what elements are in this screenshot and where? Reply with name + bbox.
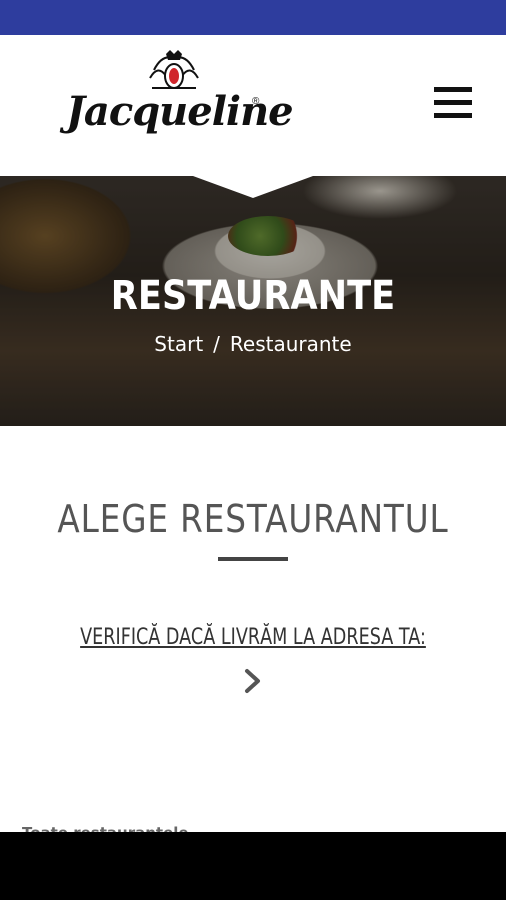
hamburger-icon-line xyxy=(434,100,472,105)
status-bar xyxy=(0,0,506,35)
hamburger-icon-line xyxy=(434,113,472,118)
title-divider xyxy=(218,557,288,561)
hamburger-menu-button[interactable] xyxy=(434,87,476,127)
breadcrumb: Start / Restaurante xyxy=(0,332,506,356)
registered-mark: ® xyxy=(252,96,260,107)
brand-logo[interactable]: Jacqueline ® xyxy=(62,50,294,150)
breadcrumb-separator: / xyxy=(213,332,220,356)
section-title: ALEGE RESTAURANTUL xyxy=(57,497,449,541)
page-title: RESTAURANTE xyxy=(110,273,396,319)
navigation-bar xyxy=(0,832,506,900)
chevron-right-icon[interactable] xyxy=(241,668,265,694)
hamburger-icon xyxy=(434,87,472,92)
delivery-check-link[interactable]: VERIFICĂ DACĂ LIVRĂM LA ADRESA TA: xyxy=(51,625,456,650)
hero-notch xyxy=(193,176,313,198)
site-header: Jacqueline ® xyxy=(0,35,506,176)
breadcrumb-start-link[interactable]: Start xyxy=(154,332,203,356)
breadcrumb-current: Restaurante xyxy=(229,332,352,356)
